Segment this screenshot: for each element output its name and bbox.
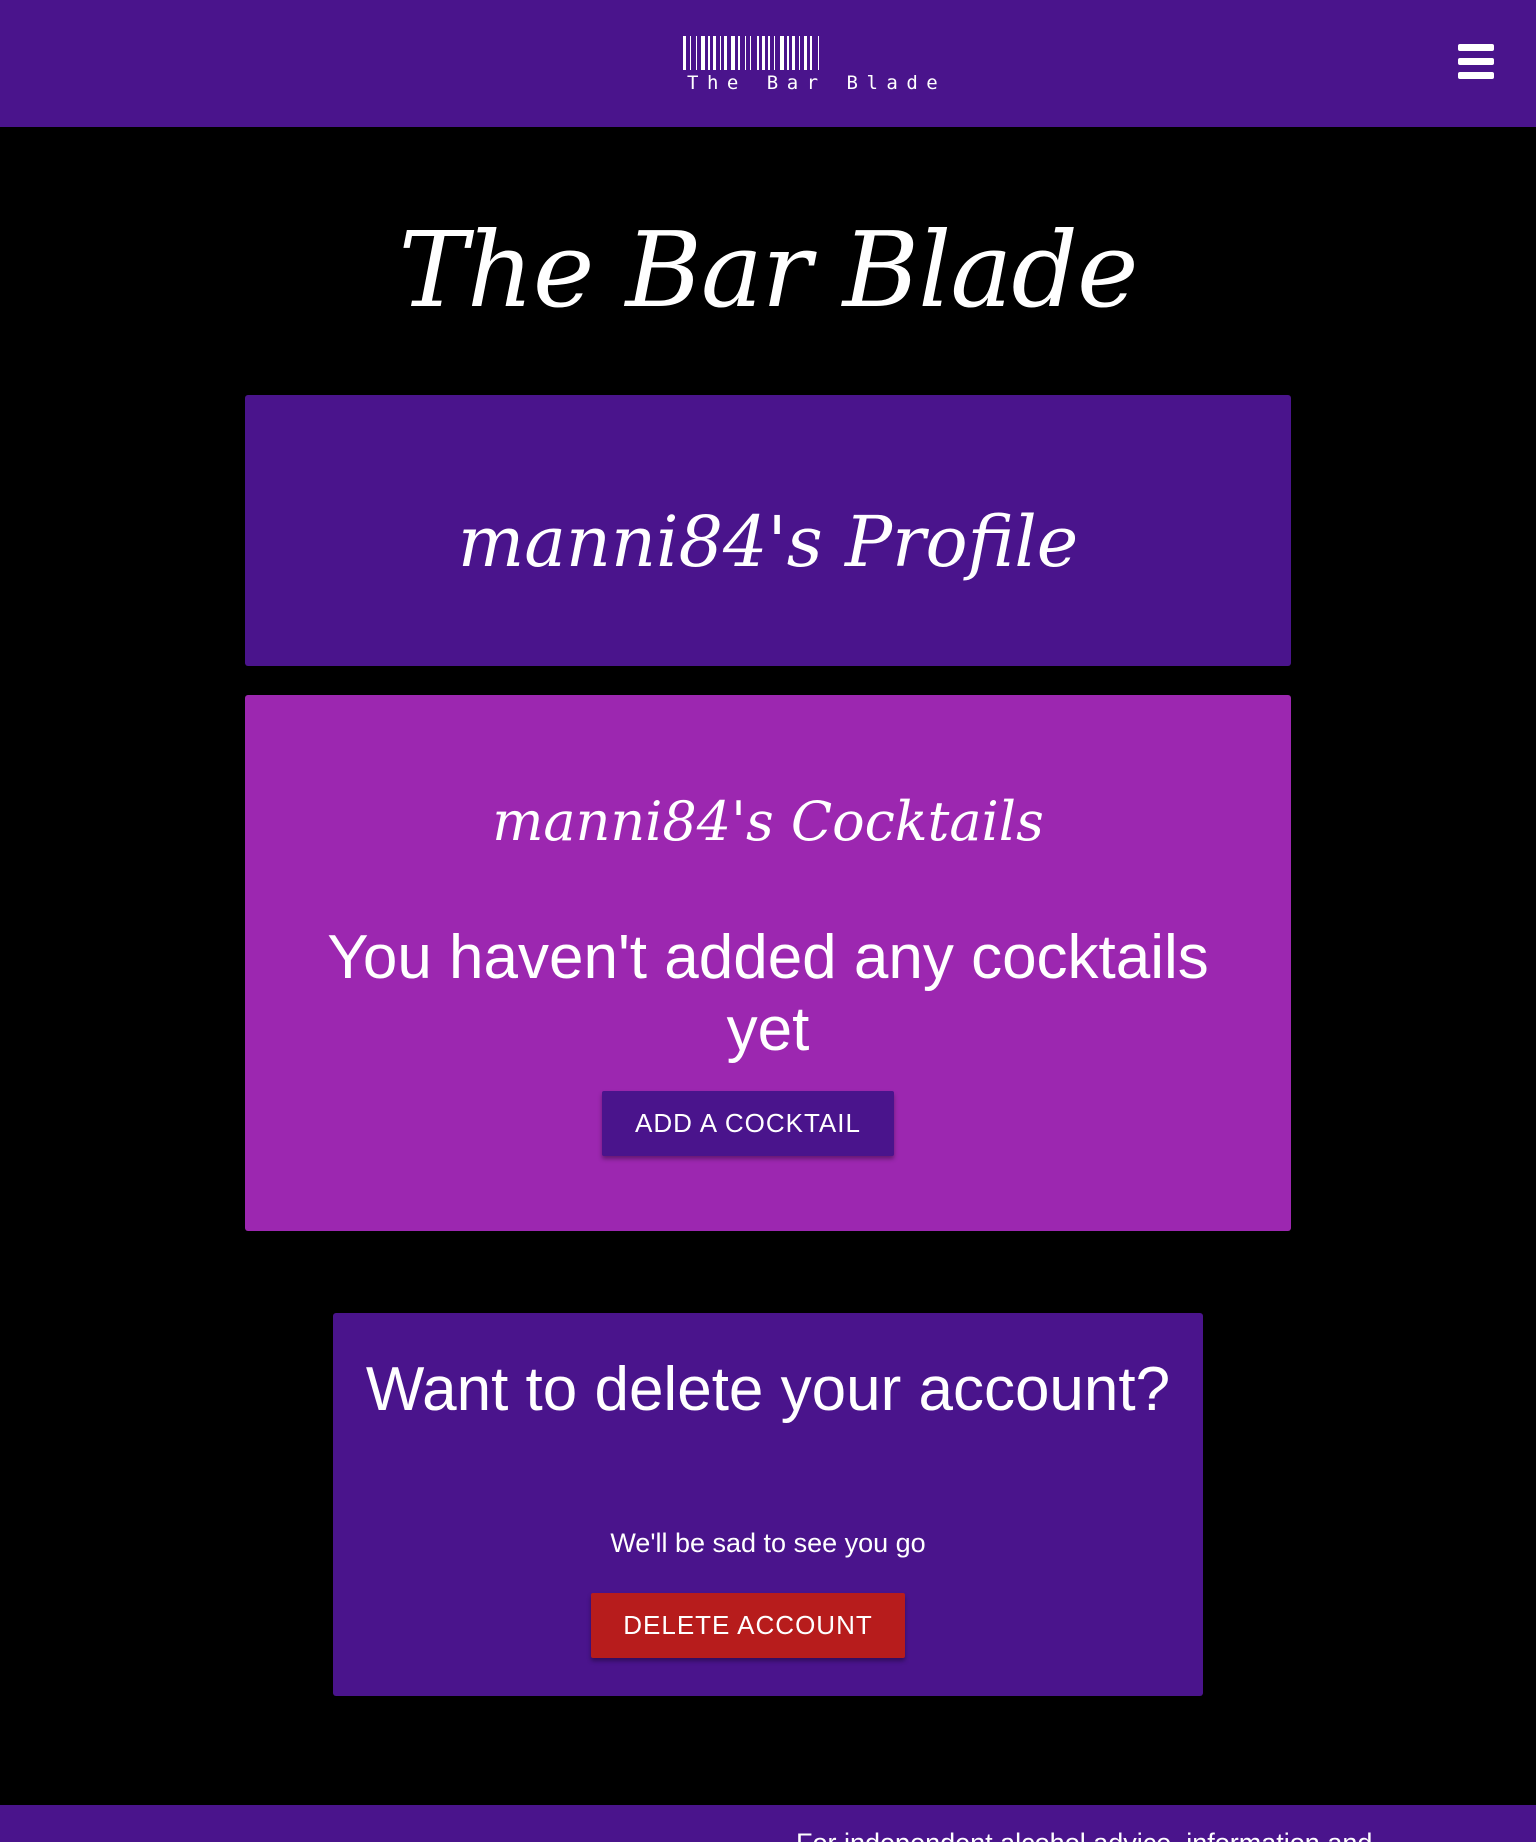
footer: For independent alcohol advice, informat… [0,1805,1536,1842]
footer-text: For independent alcohol advice, informat… [796,1828,1372,1842]
page-title: The Bar Blade [398,209,1139,331]
add-cocktail-button[interactable]: ADD A COCKTAIL [602,1091,894,1156]
delete-account-subtitle: We'll be sad to see you go [610,1528,926,1558]
empty-cocktails-message: You haven't added any cocktails yet [327,923,1209,1064]
brand-logo-text: The Bar Blade [687,72,947,94]
brand-logo[interactable]: The Bar Blade [683,36,947,94]
navbar: The Bar Blade [0,0,1536,127]
delete-account-title: Want to delete your account? [365,1355,1171,1424]
delete-account-button[interactable]: DELETE ACCOUNT [591,1593,905,1658]
cocktails-title: manni84's Cocktails [492,790,1044,853]
hamburger-menu-icon[interactable] [1452,40,1498,84]
profile-title: manni84's Profile [457,501,1079,583]
barcode-logo-icon [683,36,819,70]
